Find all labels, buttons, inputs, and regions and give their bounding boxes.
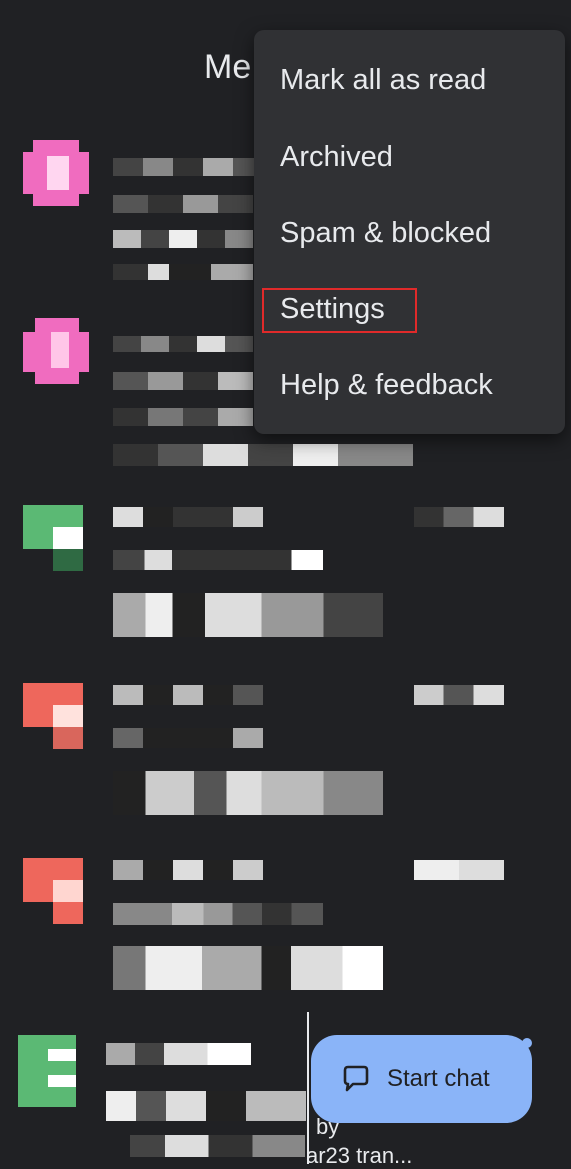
redacted-text bbox=[113, 946, 383, 990]
contact-avatar bbox=[23, 140, 89, 206]
redacted-text bbox=[113, 408, 253, 426]
redacted-text bbox=[113, 336, 253, 352]
redacted-text bbox=[113, 507, 263, 527]
redacted-text bbox=[414, 860, 504, 880]
conversation-item[interactable] bbox=[0, 858, 571, 1008]
notification-dot bbox=[522, 1038, 532, 1048]
redacted-text bbox=[106, 1091, 306, 1121]
redacted-text bbox=[113, 771, 383, 815]
redacted-text bbox=[113, 444, 413, 466]
start-chat-label: Start chat bbox=[387, 1065, 490, 1092]
redacted-text bbox=[414, 507, 504, 527]
start-chat-button[interactable]: Start chat bbox=[311, 1035, 532, 1123]
contact-avatar bbox=[23, 505, 89, 571]
redacted-text bbox=[130, 1135, 305, 1157]
divider bbox=[307, 1012, 309, 1164]
redacted-text bbox=[113, 550, 323, 570]
contact-avatar bbox=[23, 858, 89, 924]
redacted-text bbox=[113, 728, 263, 748]
conversation-item[interactable] bbox=[0, 683, 571, 833]
conversation-item[interactable] bbox=[0, 505, 571, 655]
redacted-text bbox=[113, 593, 383, 637]
redacted-text bbox=[113, 195, 253, 213]
chat-bubble-icon bbox=[343, 1065, 369, 1092]
message-snippet: ar23 tran... bbox=[306, 1143, 413, 1168]
page-title: Me bbox=[204, 48, 252, 86]
redacted-text bbox=[113, 372, 253, 390]
contact-avatar bbox=[23, 683, 89, 749]
contact-avatar bbox=[18, 1035, 84, 1107]
redacted-text bbox=[113, 158, 263, 176]
redacted-text bbox=[113, 264, 253, 280]
menu-item-help-feedback[interactable]: Help & feedback bbox=[254, 347, 565, 423]
contact-avatar bbox=[23, 318, 89, 384]
settings-highlight-box bbox=[262, 288, 417, 333]
redacted-text bbox=[414, 685, 504, 705]
overflow-menu: Mark all as read Archived Spam & blocked… bbox=[254, 30, 565, 434]
redacted-text bbox=[113, 685, 263, 705]
redacted-text bbox=[113, 230, 253, 248]
redacted-text bbox=[113, 860, 263, 880]
menu-item-mark-all-read[interactable]: Mark all as read bbox=[254, 42, 565, 118]
menu-item-archived[interactable]: Archived bbox=[254, 119, 565, 195]
menu-item-spam-blocked[interactable]: Spam & blocked bbox=[254, 195, 565, 271]
redacted-text bbox=[106, 1043, 251, 1065]
redacted-text bbox=[113, 903, 323, 925]
